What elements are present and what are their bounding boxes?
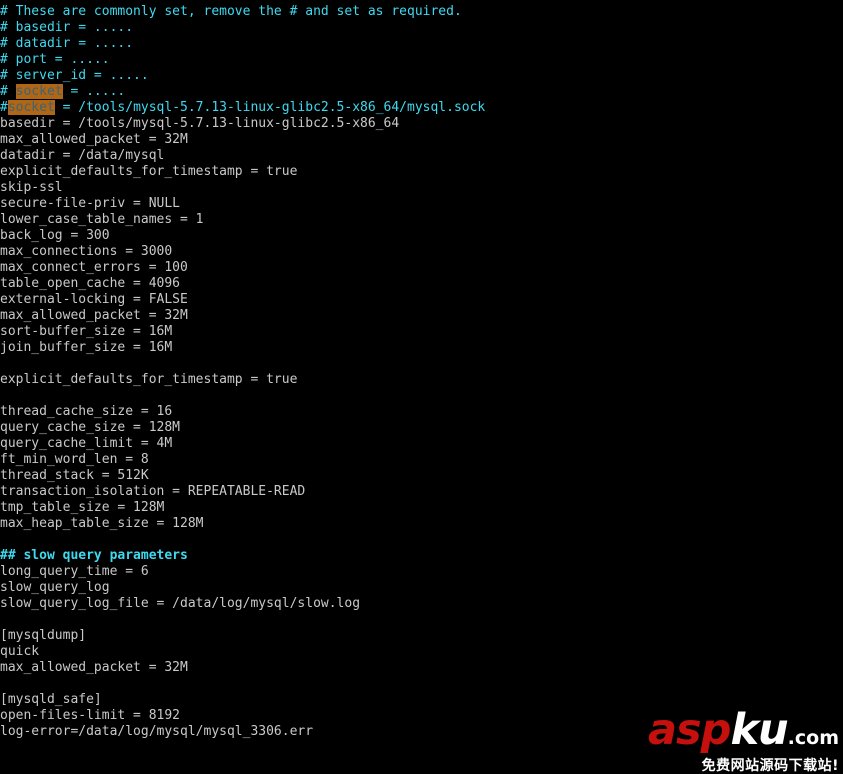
text-line-blank <box>0 676 843 692</box>
text-line: max_allowed_packet = 32M <box>0 308 188 323</box>
text-line-blank <box>0 388 843 404</box>
text-line: datadir = /data/mysql <box>0 148 165 163</box>
text-run: # <box>0 84 16 99</box>
terminal-screen[interactable]: # These are commonly set, remove the # a… <box>0 0 843 772</box>
text-line: query_cache_limit = 4M <box>0 436 173 451</box>
text-line: back_log = 300 <box>0 228 110 243</box>
text-line: [mysqldump] <box>0 628 87 643</box>
text-line: slow_query_log_file = /data/log/mysql/sl… <box>0 596 361 611</box>
text-line: secure-file-priv = NULL <box>0 196 181 211</box>
text-line-blank <box>0 612 843 628</box>
site-watermark: aspku.com 免费网站源码下载站! <box>643 708 839 774</box>
search-match-highlight: socket <box>15 84 63 99</box>
text-line-blank <box>0 532 843 548</box>
text-line: thread_stack = 512K <box>0 468 149 483</box>
text-line: ft_min_word_len = 8 <box>0 452 149 467</box>
text-line: max_heap_table_size = 128M <box>0 516 204 531</box>
text-line: thread_cache_size = 16 <box>0 404 173 419</box>
text-line: slow_query_log <box>0 580 110 595</box>
search-match-highlight: socket <box>7 100 55 115</box>
text-line: skip-ssl <box>0 180 63 195</box>
text-line: quick <box>0 644 40 659</box>
text-line: # socket = ..... <box>0 84 843 100</box>
text-line: max_allowed_packet = 32M <box>0 660 188 675</box>
text-line: lower_case_table_names = 1 <box>0 212 204 227</box>
text-run: # <box>0 100 8 115</box>
text-line: max_allowed_packet = 32M <box>0 132 188 147</box>
text-line: ## slow query parameters <box>0 548 188 563</box>
text-line: # port = ..... <box>0 52 110 67</box>
text-line: long_query_time = 6 <box>0 564 149 579</box>
text-line: # datadir = ..... <box>0 36 134 51</box>
text-line: # These are commonly set, remove the # a… <box>0 4 462 19</box>
text-line: external-locking = FALSE <box>0 292 188 307</box>
text-line: query_cache_size = 128M <box>0 420 181 435</box>
text-line: transaction_isolation = REPEATABLE-READ <box>0 484 306 499</box>
text-run: = /tools/mysql-5.7.13-linux-glibc2.5-x86… <box>54 100 486 115</box>
text-line: max_connect_errors = 100 <box>0 260 188 275</box>
watermark-brand-asp: asp <box>648 705 731 755</box>
watermark-brand-ku: ku <box>730 705 788 755</box>
watermark-wordmark: aspku.com <box>643 708 839 760</box>
text-run: = ..... <box>62 84 126 99</box>
text-line: explicit_defaults_for_timestamp = true <box>0 372 298 387</box>
config-file-text[interactable]: # These are commonly set, remove the # a… <box>0 4 843 740</box>
text-line: table_open_cache = 4096 <box>0 276 181 291</box>
text-line: # server_id = ..... <box>0 68 149 83</box>
watermark-brand-tld: .com <box>787 727 839 749</box>
text-line: #socket = /tools/mysql-5.7.13-linux-glib… <box>0 100 843 116</box>
text-line: explicit_defaults_for_timestamp = true <box>0 164 298 179</box>
text-line: tmp_table_size = 128M <box>0 500 165 515</box>
text-line: # basedir = ..... <box>0 20 134 35</box>
text-line: basedir = /tools/mysql-5.7.13-linux-glib… <box>0 116 400 131</box>
text-line-blank <box>0 356 843 372</box>
text-line: join_buffer_size = 16M <box>0 340 173 355</box>
text-line: max_connections = 3000 <box>0 244 173 259</box>
text-line: sort-buffer_size = 16M <box>0 324 173 339</box>
